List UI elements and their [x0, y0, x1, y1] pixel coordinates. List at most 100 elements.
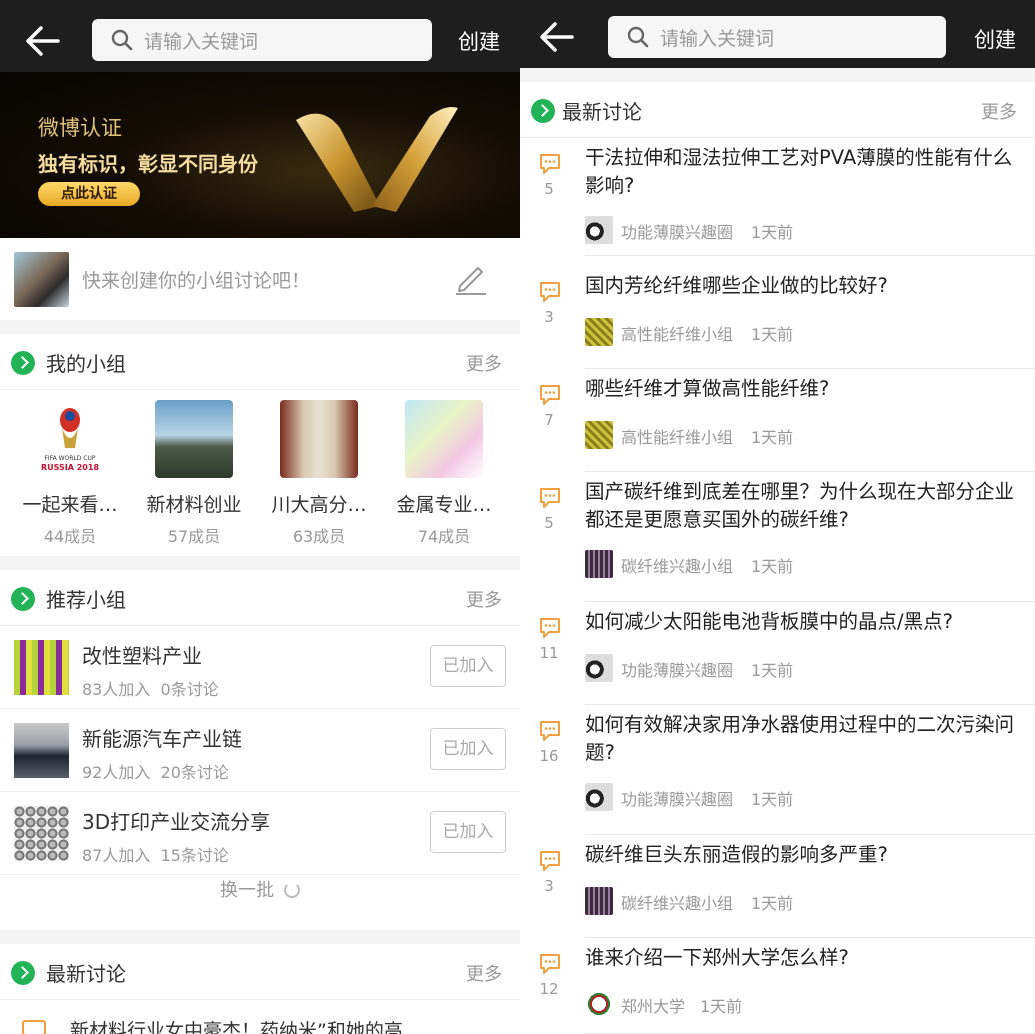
compose-bar[interactable]: 快来创建你的小组讨论吧！: [0, 238, 520, 320]
discussion-title[interactable]: 国产碳纤维到底差在哪里？为什么现在大部分企业都还是更愿意买国外的碳纤维?: [585, 478, 1025, 534]
group-name[interactable]: 碳纤维兴趣小组: [621, 553, 733, 577]
discussion-title[interactable]: 谁来介绍一下郑州大学怎么样?: [585, 944, 1025, 972]
search-input[interactable]: 请输入关键词: [92, 19, 432, 61]
latest-discussions-section: 最新讨论 更多 新材料行业女中豪杰！药纳米”和她的高: [0, 944, 520, 1034]
section-title: 最新讨论: [562, 100, 642, 124]
refresh-icon: [284, 882, 300, 898]
joined-button[interactable]: 已加入: [430, 728, 506, 770]
comment-count: 3: [544, 308, 554, 326]
group-name[interactable]: 高性能纤维小组: [621, 424, 733, 448]
more-link[interactable]: 更多: [466, 586, 502, 612]
section-title: 最新讨论: [46, 962, 126, 986]
more-link[interactable]: 更多: [466, 960, 502, 986]
compose-prompt[interactable]: 快来创建你的小组讨论吧！: [82, 266, 310, 293]
discussion-item[interactable]: 3 碳纤维巨头东丽造假的影响多严重? 碳纤维兴趣小组 1天前: [520, 835, 1035, 938]
group-name: 新材料创业: [146, 494, 242, 516]
group-name[interactable]: 功能薄膜兴趣圈: [621, 786, 733, 810]
group-name: 金属专业…: [396, 494, 492, 516]
group-card[interactable]: FIFA WORLD CUP RUSSIA 2018 一起来看… 44成员: [8, 400, 132, 547]
left-screen: 请输入关键词 创建 微博认证 独有标识，彰显不同身份 点此认证 快来创建你的小组…: [0, 0, 520, 1034]
group-name[interactable]: 高性能纤维小组: [621, 321, 733, 345]
comment-count: 16: [539, 747, 559, 765]
latest-header: 最新讨论 更多: [0, 944, 520, 1000]
banner-verify-button[interactable]: 点此认证: [38, 182, 140, 206]
group-thumbnail: [14, 806, 69, 861]
group-members: 57成员: [167, 527, 221, 546]
comment-icon: [540, 488, 560, 508]
recommended-group-row[interactable]: 3D打印产业交流分享 87人加入 15条讨论 已加入: [0, 792, 520, 875]
more-link[interactable]: 更多: [981, 98, 1017, 124]
back-arrow-icon[interactable]: [24, 22, 62, 60]
discussion-title[interactable]: 新材料行业女中豪杰！药纳米”和她的高: [70, 1016, 403, 1034]
more-link[interactable]: 更多: [466, 350, 502, 376]
group-thumbnail: [585, 550, 613, 578]
group-name[interactable]: 功能薄膜兴趣圈: [621, 657, 733, 681]
group-members: 74成员: [417, 527, 471, 546]
group-name[interactable]: 郑州大学: [621, 993, 685, 1017]
recommended-group-row[interactable]: 改性塑料产业 83人加入 0条讨论 已加入: [0, 626, 520, 709]
refresh-batch-button[interactable]: 换一批: [0, 876, 520, 902]
group-thumbnail: [14, 723, 69, 778]
comment-count: 7: [544, 411, 554, 429]
discussion-item[interactable]: 7 哪些纤维才算做高性能纤维? 高性能纤维小组 1天前: [520, 369, 1035, 472]
section-title: 我的小组: [46, 352, 126, 376]
group-name[interactable]: 功能薄膜兴趣圈: [621, 219, 733, 243]
section-arrow-icon: [11, 961, 35, 985]
post-time: 1天前: [700, 997, 743, 1016]
create-button[interactable]: 创建: [458, 26, 500, 56]
avatar: [14, 252, 69, 307]
discussion-item[interactable]: 12 谁来介绍一下郑州大学怎么样? 郑州大学 1天前: [520, 938, 1035, 1034]
discussion-item[interactable]: 16 如何有效解决家用净水器使用过程中的二次污染问题? 功能薄膜兴趣圈 1天前: [520, 705, 1035, 835]
group-thumbnail: [585, 783, 613, 811]
back-arrow-icon[interactable]: [538, 18, 576, 56]
discussion-item[interactable]: 11 如何减少太阳能电池背板膜中的晶点/黑点? 功能薄膜兴趣圈 1天前: [520, 602, 1035, 705]
comment-count: 5: [544, 180, 554, 198]
group-meta: 92人加入 20条讨论: [82, 763, 229, 782]
discussion-title[interactable]: 哪些纤维才算做高性能纤维?: [585, 375, 1025, 403]
group-name: 川大高分…: [271, 494, 367, 516]
post-time: 1天前: [751, 223, 794, 242]
divider: [520, 68, 1035, 82]
comment-icon: [540, 851, 560, 871]
group-name[interactable]: 碳纤维兴趣小组: [621, 890, 733, 914]
comment-icon: [540, 154, 560, 174]
create-button[interactable]: 创建: [974, 24, 1016, 54]
top-bar: 请输入关键词 创建: [0, 0, 520, 72]
right-screen: 请输入关键词 创建 最新讨论 更多 5 干法拉伸和湿法拉伸工艺对PVA薄膜的性能有…: [520, 0, 1035, 1034]
group-members: 44成员: [43, 527, 97, 546]
search-icon: [627, 26, 649, 48]
group-thumbnail: [585, 216, 613, 244]
joined-button[interactable]: 已加入: [430, 645, 506, 687]
my-groups-section: 我的小组 更多 FIFA WORLD CUP RUSSIA 2018 一起来看……: [0, 334, 520, 556]
post-time: 1天前: [751, 661, 794, 680]
discussion-title[interactable]: 如何有效解决家用净水器使用过程中的二次污染问题?: [585, 711, 1025, 767]
verification-banner[interactable]: 微博认证 独有标识，彰显不同身份 点此认证: [0, 72, 520, 238]
discussion-title[interactable]: 如何减少太阳能电池背板膜中的晶点/黑点?: [585, 608, 1025, 636]
group-card[interactable]: 金属专业… 74成员: [382, 400, 506, 547]
comment-count: 3: [544, 877, 554, 895]
comment-icon: [540, 385, 560, 405]
group-members: 63成员: [292, 527, 346, 546]
group-thumbnail: FIFA WORLD CUP RUSSIA 2018: [31, 400, 109, 478]
refresh-label: 换一批: [220, 880, 274, 901]
discussion-title[interactable]: 碳纤维巨头东丽造假的影响多严重?: [585, 841, 1025, 869]
discussion-item[interactable]: 3 国内芳纶纤维哪些企业做的比较好? 高性能纤维小组 1天前: [520, 266, 1035, 369]
discussion-item[interactable]: 5 干法拉伸和湿法拉伸工艺对PVA薄膜的性能有什么影响? 功能薄膜兴趣圈 1天前: [520, 138, 1035, 256]
group-name: 3D打印产业交流分享: [82, 810, 271, 834]
comment-count: 5: [544, 514, 554, 532]
discussion-title[interactable]: 国内芳纶纤维哪些企业做的比较好?: [585, 272, 1025, 300]
group-card[interactable]: 新材料创业 57成员: [132, 400, 256, 547]
search-input[interactable]: 请输入关键词: [608, 16, 946, 58]
recommended-group-row[interactable]: 新能源汽车产业链 92人加入 20条讨论 已加入: [0, 709, 520, 792]
pencil-icon[interactable]: [452, 260, 488, 296]
banner-subtitle: 独有标识，彰显不同身份: [38, 152, 258, 176]
group-meta: 83人加入 0条讨论: [82, 680, 219, 699]
joined-button[interactable]: 已加入: [430, 811, 506, 853]
search-icon: [111, 29, 133, 51]
group-card[interactable]: 川大高分… 63成员: [257, 400, 381, 547]
discussion-title[interactable]: 干法拉伸和湿法拉伸工艺对PVA薄膜的性能有什么影响?: [585, 144, 1025, 200]
group-thumbnail: [155, 400, 233, 478]
section-title: 推荐小组: [46, 588, 126, 612]
comment-count: 12: [539, 980, 559, 998]
discussion-item[interactable]: 5 国产碳纤维到底差在哪里？为什么现在大部分企业都还是更愿意买国外的碳纤维? 碳纤维…: [520, 472, 1035, 602]
